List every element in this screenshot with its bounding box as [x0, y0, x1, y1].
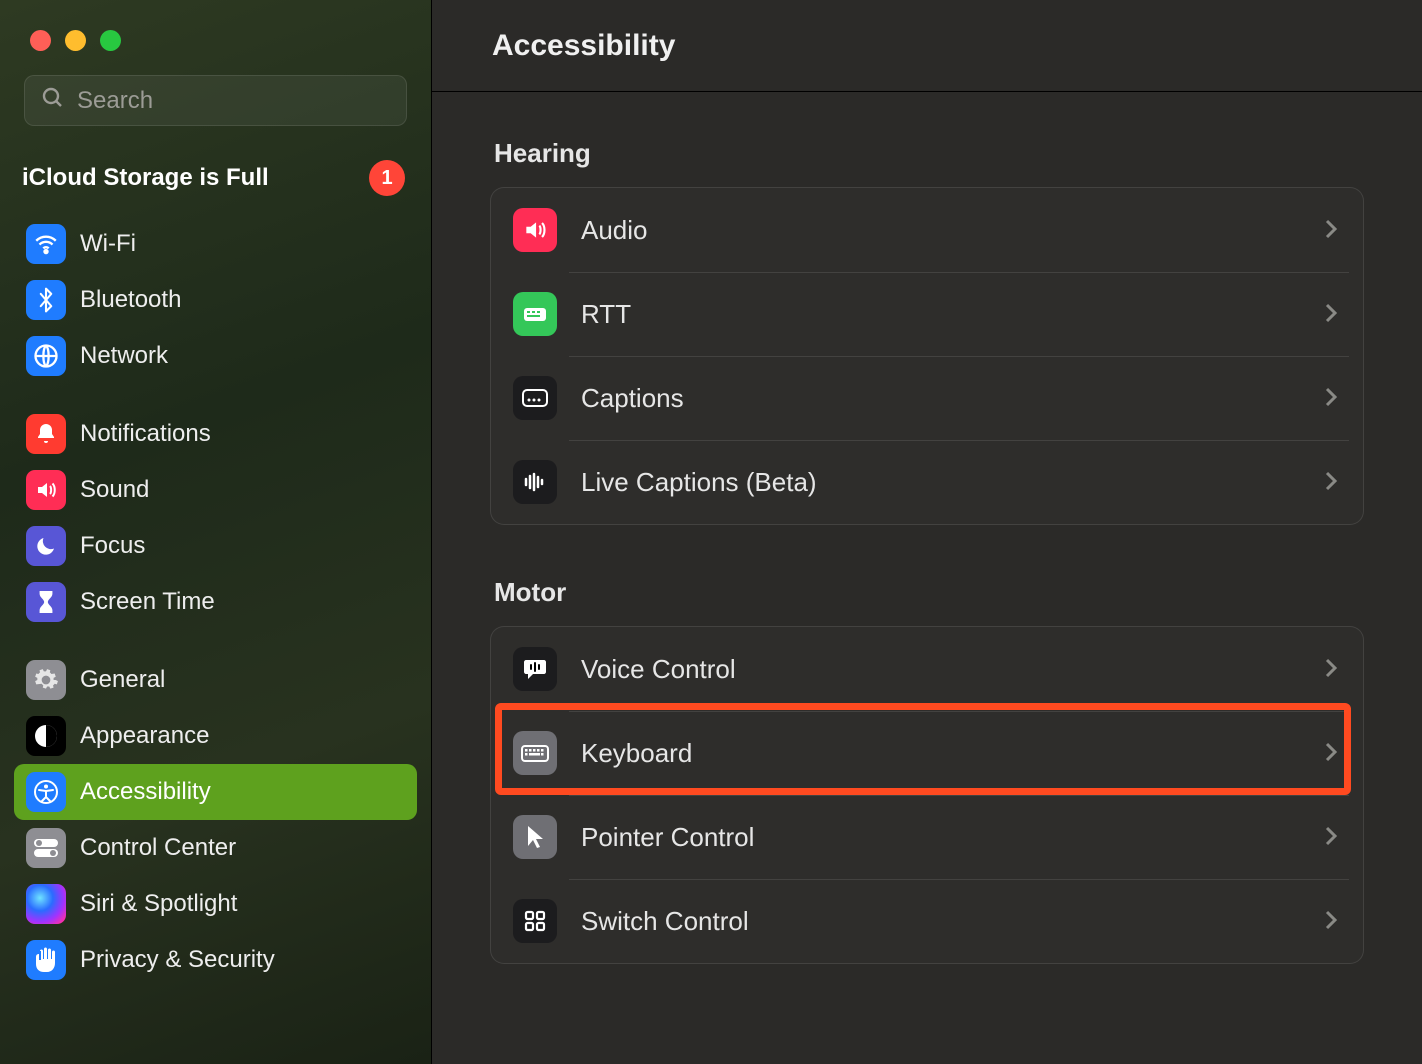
- bluetooth-icon: [26, 280, 66, 320]
- page-title: Accessibility: [492, 29, 675, 63]
- sidebar: iCloud Storage is Full 1 Wi-Fi Bluetooth…: [0, 0, 432, 1064]
- sidebar-item-label: Control Center: [80, 834, 236, 862]
- wifi-icon: [26, 224, 66, 264]
- sidebar-group: Notifications Sound Focus Screen Time: [14, 406, 417, 630]
- sidebar-item-label: Bluetooth: [80, 286, 181, 314]
- content: Hearing Audio RTT Captions: [432, 92, 1422, 1010]
- search-input[interactable]: [77, 87, 390, 115]
- chevron-right-icon: [1325, 383, 1337, 414]
- sidebar-item-label: Focus: [80, 532, 145, 560]
- settings-row-switchcontrol[interactable]: Switch Control: [491, 879, 1363, 963]
- settings-row-label: Audio: [581, 215, 1301, 246]
- sidebar-item-notifications[interactable]: Notifications: [14, 406, 417, 462]
- sidebar-item-label: Wi-Fi: [80, 230, 136, 258]
- warning-badge: 1: [369, 160, 405, 196]
- gear-icon: [26, 660, 66, 700]
- maximize-button[interactable]: [100, 30, 121, 51]
- sidebar-item-bluetooth[interactable]: Bluetooth: [14, 272, 417, 328]
- speaker-icon: [26, 470, 66, 510]
- group-heading-hearing: Hearing: [494, 138, 1364, 169]
- sidebar-item-label: Appearance: [80, 722, 209, 750]
- settings-row-audio[interactable]: Audio: [491, 188, 1363, 272]
- settings-row-label: Keyboard: [581, 738, 1301, 769]
- close-button[interactable]: [30, 30, 51, 51]
- sidebar-item-controlcenter[interactable]: Control Center: [14, 820, 417, 876]
- main-panel: Accessibility Hearing Audio RTT: [432, 0, 1422, 1064]
- sidebar-item-label: Siri & Spotlight: [80, 890, 237, 918]
- titlebar: Accessibility: [432, 0, 1422, 92]
- minimize-button[interactable]: [65, 30, 86, 51]
- settings-row-livecaptions[interactable]: Live Captions (Beta): [491, 440, 1363, 524]
- search-icon: [41, 86, 65, 115]
- settings-row-rtt[interactable]: RTT: [491, 272, 1363, 356]
- sidebar-item-label: Sound: [80, 476, 149, 504]
- rtt-icon: [513, 292, 557, 336]
- settings-row-label: Voice Control: [581, 654, 1301, 685]
- chevron-right-icon: [1325, 822, 1337, 853]
- hand-icon: [26, 940, 66, 980]
- search-field[interactable]: [24, 75, 407, 126]
- appearance-icon: [26, 716, 66, 756]
- sidebar-item-focus[interactable]: Focus: [14, 518, 417, 574]
- accessibility-icon: [26, 772, 66, 812]
- sidebar-item-label: Notifications: [80, 420, 211, 448]
- sidebar-item-accessibility[interactable]: Accessibility: [14, 764, 417, 820]
- group-box-hearing: Audio RTT Captions L: [490, 187, 1364, 525]
- group-box-motor: Voice Control Keyboard Pointer Control: [490, 626, 1364, 964]
- settings-row-voicecontrol[interactable]: Voice Control: [491, 627, 1363, 711]
- sidebar-item-label: Accessibility: [80, 778, 211, 806]
- chevron-right-icon: [1325, 299, 1337, 330]
- sidebar-item-network[interactable]: Network: [14, 328, 417, 384]
- bell-icon: [26, 414, 66, 454]
- grid-icon: [513, 899, 557, 943]
- icloud-storage-warning[interactable]: iCloud Storage is Full 1: [14, 156, 417, 216]
- cursor-icon: [513, 815, 557, 859]
- sidebar-group: Wi-Fi Bluetooth Network: [14, 216, 417, 384]
- chevron-right-icon: [1325, 906, 1337, 937]
- settings-row-label: Switch Control: [581, 906, 1301, 937]
- settings-row-captions[interactable]: Captions: [491, 356, 1363, 440]
- sidebar-item-appearance[interactable]: Appearance: [14, 708, 417, 764]
- sidebar-item-siri[interactable]: Siri & Spotlight: [14, 876, 417, 932]
- sidebar-item-screentime[interactable]: Screen Time: [14, 574, 417, 630]
- voice-control-icon: [513, 647, 557, 691]
- sidebar-group: General Appearance Accessibility Control…: [14, 652, 417, 988]
- settings-row-label: RTT: [581, 299, 1301, 330]
- sidebar-item-wifi[interactable]: Wi-Fi: [14, 216, 417, 272]
- window-controls: [14, 0, 417, 75]
- sidebar-item-label: Screen Time: [80, 588, 215, 616]
- keyboard-icon: [513, 731, 557, 775]
- group-heading-motor: Motor: [494, 577, 1364, 608]
- settings-row-pointercontrol[interactable]: Pointer Control: [491, 795, 1363, 879]
- hourglass-icon: [26, 582, 66, 622]
- moon-icon: [26, 526, 66, 566]
- chevron-right-icon: [1325, 654, 1337, 685]
- chevron-right-icon: [1325, 215, 1337, 246]
- settings-row-label: Pointer Control: [581, 822, 1301, 853]
- chevron-right-icon: [1325, 738, 1337, 769]
- settings-row-label: Live Captions (Beta): [581, 467, 1301, 498]
- chevron-right-icon: [1325, 467, 1337, 498]
- network-icon: [26, 336, 66, 376]
- speaker-icon: [513, 208, 557, 252]
- toggles-icon: [26, 828, 66, 868]
- siri-icon: [26, 884, 66, 924]
- sidebar-item-general[interactable]: General: [14, 652, 417, 708]
- sidebar-item-label: Privacy & Security: [80, 946, 275, 974]
- sidebar-item-label: General: [80, 666, 165, 694]
- sidebar-item-sound[interactable]: Sound: [14, 462, 417, 518]
- sidebar-item-label: Network: [80, 342, 168, 370]
- captions-icon: [513, 376, 557, 420]
- sidebar-item-privacy[interactable]: Privacy & Security: [14, 932, 417, 988]
- settings-row-label: Captions: [581, 383, 1301, 414]
- settings-row-keyboard[interactable]: Keyboard: [491, 711, 1363, 795]
- waveform-icon: [513, 460, 557, 504]
- warning-label: iCloud Storage is Full: [22, 164, 369, 192]
